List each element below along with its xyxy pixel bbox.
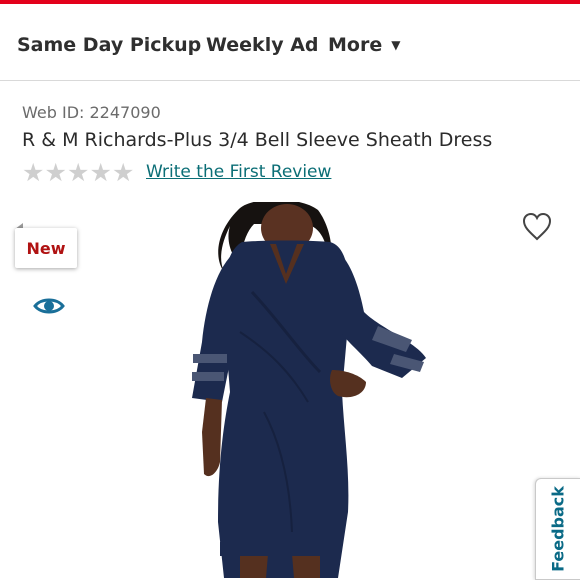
nav-same-day-pickup[interactable]: Same Day Pickup [17,34,201,56]
rating-stars: ★ ★ ★ ★ ★ [22,158,135,187]
star-icon: ★ [67,158,90,187]
star-icon: ★ [89,158,112,187]
nav-label: Weekly Ad [206,34,319,56]
web-id: Web ID: 2247090 [22,103,161,122]
feedback-tab[interactable]: Feedback [535,478,580,580]
star-icon: ★ [44,158,67,187]
star-icon: ★ [112,158,135,187]
product-image [180,202,442,578]
write-review-link[interactable]: Write the First Review [146,162,331,182]
new-badge: New [15,228,77,268]
top-navigation: Same Day Pickup Weekly Ad More ▼ [0,4,580,81]
eye-icon[interactable] [27,286,71,326]
nav-weekly-ad[interactable]: Weekly Ad [206,34,319,56]
product-title: R & M Richards-Plus 3/4 Bell Sleeve Shea… [22,129,493,151]
new-badge-label: New [26,238,66,258]
nav-label: More [328,34,383,56]
chevron-down-icon: ▼ [391,38,401,52]
heart-icon[interactable] [521,212,553,242]
feedback-label: Feedback [548,486,568,572]
nav-more-menu[interactable]: More ▼ [328,34,400,56]
nav-label: Same Day Pickup [17,34,202,56]
star-icon: ★ [22,158,45,187]
